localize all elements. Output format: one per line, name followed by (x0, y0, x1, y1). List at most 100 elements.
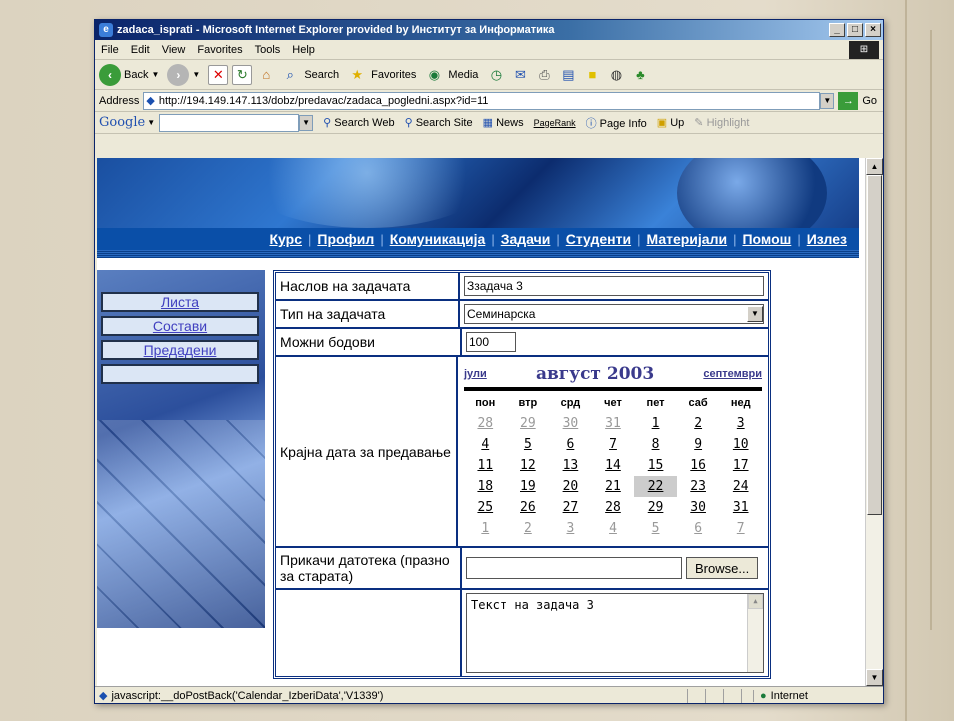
calendar-day[interactable]: 11 (464, 455, 507, 476)
calendar-day[interactable]: 30 (549, 413, 592, 434)
address-input[interactable]: ◆ http://194.149.147.113/dobz/predavac/z… (143, 91, 821, 110)
file-path-input[interactable] (466, 557, 682, 579)
home-icon[interactable]: ⌂ (256, 65, 276, 85)
chevron-down-icon[interactable]: ▼ (747, 306, 763, 322)
calendar-day[interactable]: 12 (507, 455, 550, 476)
chevron-down-icon[interactable]: ▼ (147, 118, 155, 127)
nav-kurs[interactable]: Курс (264, 231, 308, 247)
page-info-button[interactable]: ⓘ Page Info (586, 115, 647, 131)
close-button[interactable]: × (865, 23, 881, 37)
calendar-day[interactable]: 18 (464, 476, 507, 497)
pagerank-indicator[interactable]: PageRank (534, 118, 576, 128)
back-button[interactable]: ‹ Back ▼ (99, 63, 159, 86)
sidebar-item-lista[interactable]: Листа (101, 292, 259, 312)
calendar-day[interactable]: 9 (677, 434, 720, 455)
calendar-day[interactable]: 26 (507, 497, 550, 518)
nav-komunikacija[interactable]: Комуникација (384, 231, 492, 247)
history-icon[interactable]: ◷ (486, 65, 506, 85)
google-logo[interactable]: Google (99, 115, 145, 130)
calendar-day[interactable]: 29 (634, 497, 677, 518)
textarea-scrollbar[interactable]: ▲ (747, 594, 763, 672)
discuss-icon[interactable]: ■ (582, 65, 602, 85)
maximize-button[interactable]: □ (847, 23, 863, 37)
calendar-day[interactable]: 16 (677, 455, 720, 476)
calendar-day[interactable]: 25 (464, 497, 507, 518)
nav-izlez[interactable]: Излез (801, 231, 853, 247)
calendar-day[interactable]: 28 (592, 497, 635, 518)
nav-profil[interactable]: Профил (311, 231, 380, 247)
task-text-area[interactable]: Текст на задача 3 ▲ (466, 593, 764, 673)
forward-button[interactable]: › ▼ (167, 63, 200, 86)
calendar-day[interactable]: 8 (634, 434, 677, 455)
calendar-day[interactable]: 19 (507, 476, 550, 497)
calendar-day[interactable]: 28 (464, 413, 507, 434)
browse-button[interactable]: Browse... (686, 557, 759, 579)
scroll-thumb[interactable] (867, 175, 882, 515)
calendar-prev-month[interactable]: јули (464, 368, 487, 380)
calendar-day[interactable]: 4 (592, 518, 635, 539)
menu-view[interactable]: View (162, 44, 186, 56)
calendar-day[interactable]: 2 (507, 518, 550, 539)
go-arrow-icon[interactable]: → (838, 91, 859, 110)
calendar-day[interactable]: 17 (719, 455, 762, 476)
title-bar[interactable]: e zadaca_isprati - Microsoft Internet Ex… (95, 20, 883, 40)
menu-tools[interactable]: Tools (255, 44, 281, 56)
search-web-button[interactable]: ⚲ Search Web (323, 116, 394, 129)
scroll-up-icon[interactable]: ▲ (866, 158, 883, 175)
media-button[interactable]: ◉ Media (424, 65, 479, 85)
nav-pomosh[interactable]: Помош (736, 231, 797, 247)
up-button[interactable]: ▣ Up (657, 116, 685, 129)
calendar-day[interactable]: 31 (719, 497, 762, 518)
highlight-button[interactable]: ✎ Highlight (694, 116, 749, 129)
calendar-day[interactable]: 15 (634, 455, 677, 476)
calendar-day[interactable]: 24 (719, 476, 762, 497)
favorites-button[interactable]: ★ Favorites (347, 65, 416, 85)
nav-zadachi[interactable]: Задачи (495, 231, 557, 247)
edit-icon[interactable]: ▤ (558, 65, 578, 85)
calendar-day[interactable]: 30 (677, 497, 720, 518)
scroll-up-icon[interactable]: ▲ (748, 594, 763, 609)
menu-file[interactable]: File (101, 44, 119, 56)
calendar-day[interactable]: 3 (719, 413, 762, 434)
calendar-day[interactable]: 31 (592, 413, 635, 434)
stop-icon[interactable]: ✕ (208, 64, 229, 85)
title-input[interactable]: Ззадача 3 (464, 276, 764, 296)
search-button[interactable]: ⌕ Search (280, 65, 340, 85)
calendar-day[interactable]: 2 (677, 413, 720, 434)
sidebar-item-empty[interactable] (101, 364, 259, 384)
calendar-day-selected[interactable]: 22 (634, 476, 677, 497)
refresh-icon[interactable]: ↻ (232, 64, 253, 85)
google-search-input[interactable] (159, 113, 300, 132)
menu-help[interactable]: Help (292, 44, 315, 56)
calendar-day[interactable]: 14 (592, 455, 635, 476)
google-dropdown-icon[interactable]: ▼ (299, 114, 314, 131)
calendar-day[interactable]: 6 (549, 434, 592, 455)
search-site-button[interactable]: ⚲ Search Site (405, 116, 473, 129)
calendar-day[interactable]: 13 (549, 455, 592, 476)
calendar-day[interactable]: 7 (719, 518, 762, 539)
calendar-day[interactable]: 1 (634, 413, 677, 434)
scroll-down-icon[interactable]: ▼ (866, 669, 883, 686)
sidebar-item-sostavi[interactable]: Состави (101, 316, 259, 336)
go-button[interactable]: Go (862, 95, 877, 107)
nav-studenti[interactable]: Студенти (560, 231, 637, 247)
calendar-day[interactable]: 5 (634, 518, 677, 539)
messenger-icon[interactable]: ◍ (606, 65, 626, 85)
news-button[interactable]: ▦ News (483, 116, 524, 129)
sidebar-item-predadeni[interactable]: Предадени (101, 340, 259, 360)
type-select[interactable]: Семинарска ▼ (464, 304, 764, 324)
calendar-day[interactable]: 29 (507, 413, 550, 434)
calendar-day[interactable]: 3 (549, 518, 592, 539)
calendar-day[interactable]: 4 (464, 434, 507, 455)
print-icon[interactable]: ⎙ (534, 65, 554, 85)
calendar-day[interactable]: 23 (677, 476, 720, 497)
mail-icon[interactable]: ✉ (510, 65, 530, 85)
menu-favorites[interactable]: Favorites (197, 44, 242, 56)
calendar-day[interactable]: 1 (464, 518, 507, 539)
calendar-next-month[interactable]: септември (703, 368, 762, 380)
calendar-day[interactable]: 20 (549, 476, 592, 497)
calendar-day[interactable]: 27 (549, 497, 592, 518)
address-dropdown-icon[interactable]: ▼ (820, 92, 835, 109)
points-input[interactable]: 100 (466, 332, 516, 352)
nav-materijali[interactable]: Материјали (640, 231, 733, 247)
